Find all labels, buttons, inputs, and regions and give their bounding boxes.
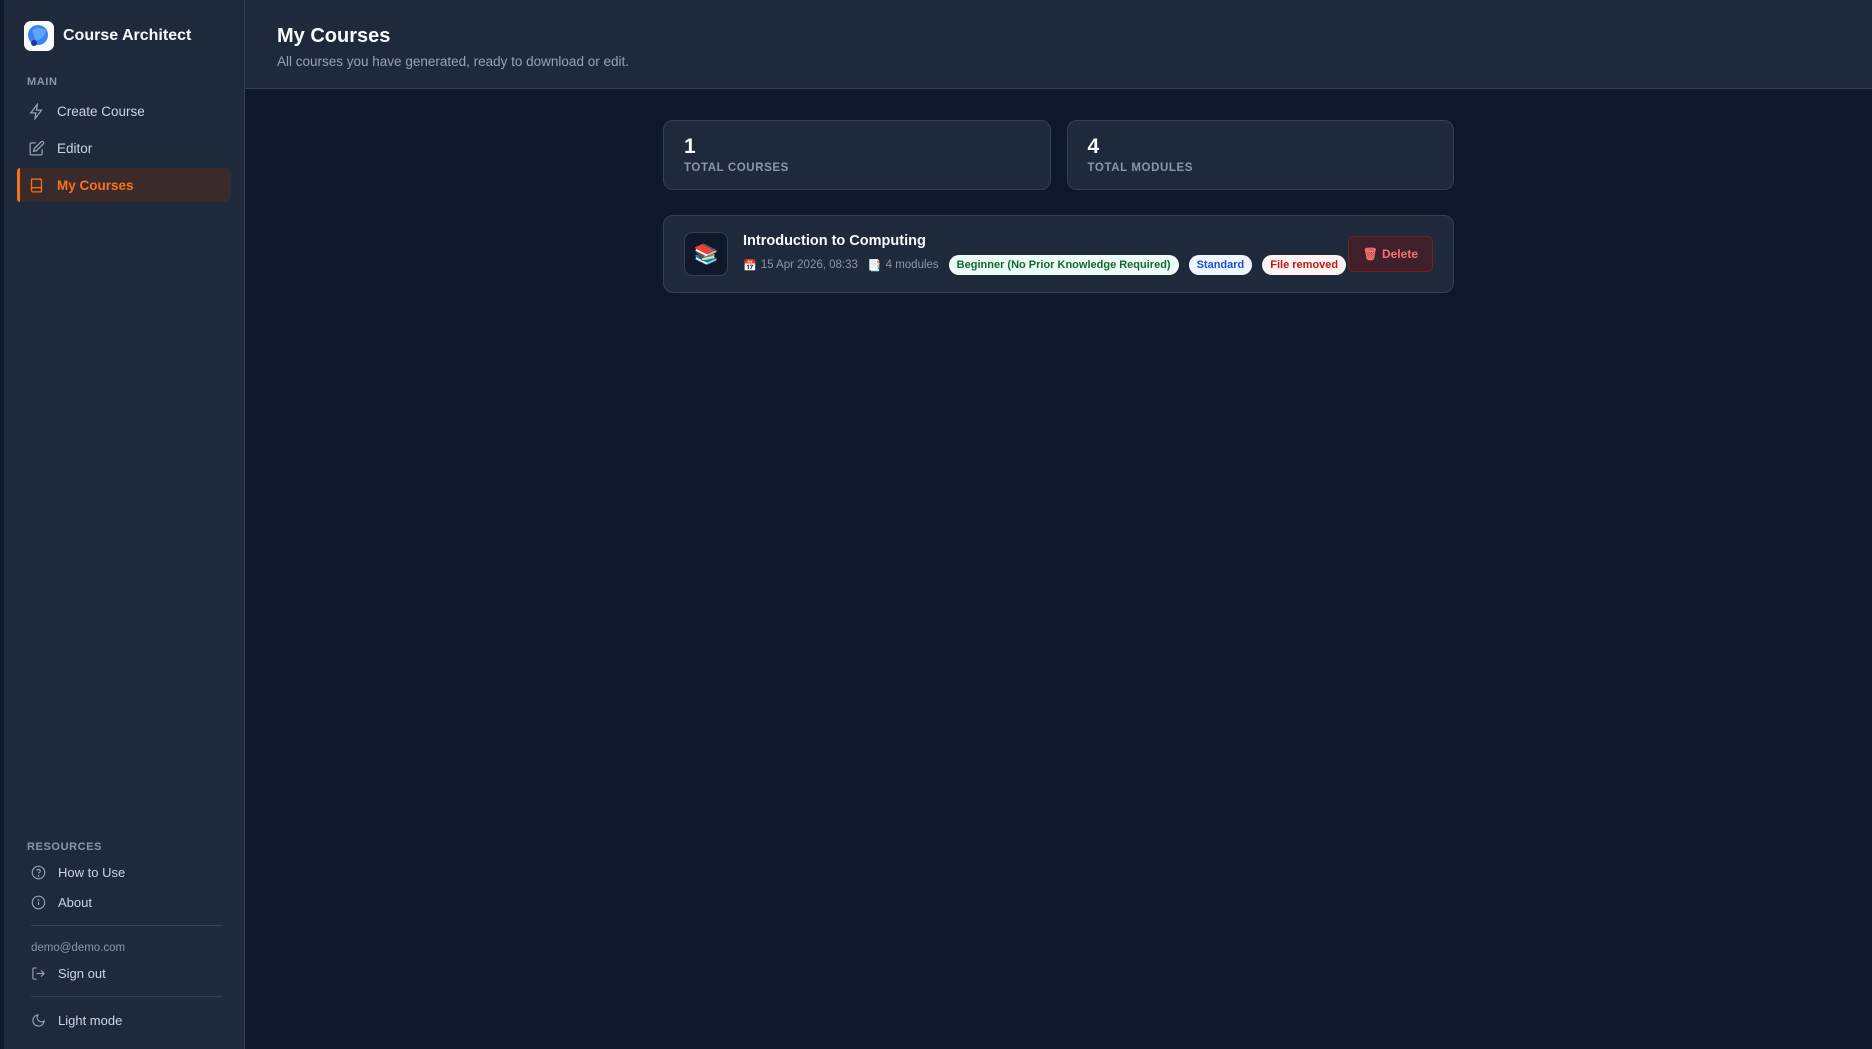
sidebar-item-editor[interactable]: Editor xyxy=(17,131,231,165)
section-label-main: MAIN xyxy=(27,76,58,88)
books-icon: 📚 xyxy=(684,232,728,276)
main-area: My Courses All courses you have generate… xyxy=(245,0,1872,1049)
user-email: demo@demo.com xyxy=(31,942,126,954)
app-logo-icon xyxy=(24,21,54,51)
logout-icon xyxy=(32,966,45,980)
help-circle-icon xyxy=(31,865,46,879)
course-meta: 📅 15 Apr 2026, 08:33 📑 4 modules Beginne… xyxy=(743,255,1348,275)
delete-label: Delete xyxy=(1381,247,1418,261)
stat-card-total-modules: 4 TOTAL MODULES xyxy=(1066,120,1454,190)
stat-label: TOTAL COURSES xyxy=(684,162,789,174)
sidebar-item-my-courses[interactable]: My Courses xyxy=(17,168,231,202)
sidebar-footer: RESOURCES How to Use About demo@demo.com… xyxy=(17,837,222,1049)
app-name: Course Architect xyxy=(63,27,192,44)
sidebar-item-label: Create Course xyxy=(57,103,145,119)
stat-value: 4 xyxy=(1087,135,1100,158)
level-badge: Beginner (No Prior Knowledge Required) xyxy=(948,255,1179,275)
sign-out-label: Sign out xyxy=(58,965,106,981)
stat-card-total-courses: 1 TOTAL COURSES xyxy=(663,120,1051,190)
divider xyxy=(31,925,222,926)
page-header: My Courses All courses you have generate… xyxy=(245,0,1872,89)
sidebar-item-label: My Courses xyxy=(57,177,134,193)
sign-out-button[interactable]: Sign out xyxy=(17,958,222,988)
course-title[interactable]: Introduction to Computing xyxy=(743,233,1348,249)
sidebar-item-label: About xyxy=(58,894,92,910)
app-root: Course Architect MAIN Create Course Edit… xyxy=(0,0,1872,1049)
sidebar-item-about[interactable]: About xyxy=(17,887,222,917)
edit-icon xyxy=(29,140,45,156)
course-modules-text: 4 modules xyxy=(885,259,939,271)
moon-icon xyxy=(32,1013,45,1027)
theme-toggle-button[interactable]: Light mode xyxy=(17,1005,222,1035)
stat-label: TOTAL MODULES xyxy=(1087,162,1194,174)
sidebar-item-label: How to Use xyxy=(58,864,126,880)
book-icon xyxy=(30,177,43,193)
calendar-icon: 📅 xyxy=(743,259,757,272)
divider xyxy=(31,996,222,997)
delete-button[interactable]: 🗑 Delete xyxy=(1347,236,1433,272)
bolt-icon xyxy=(29,102,43,120)
sidebar-item-how-to-use[interactable]: How to Use xyxy=(17,857,222,887)
document-icon: 📑 xyxy=(867,259,882,272)
sidebar: Course Architect MAIN Create Course Edit… xyxy=(0,0,245,1049)
trash-icon: 🗑 xyxy=(1362,247,1378,261)
sidebar-item-label: Editor xyxy=(57,140,93,156)
section-label-resources: RESOURCES xyxy=(27,841,103,853)
brand[interactable]: Course Architect xyxy=(17,0,231,72)
sidebar-item-create-course[interactable]: Create Course xyxy=(17,94,231,128)
content: 1 TOTAL COURSES 4 TOTAL MODULES 📚 Introd… xyxy=(245,89,1872,293)
stat-value: 1 xyxy=(684,135,696,158)
status-badge: File removed xyxy=(1262,255,1347,275)
page-subtitle: All courses you have generated, ready to… xyxy=(277,54,629,69)
course-info: Introduction to Computing 📅 15 Apr 2026,… xyxy=(743,233,1348,275)
stats-row: 1 TOTAL COURSES 4 TOTAL MODULES xyxy=(663,120,1454,190)
theme-toggle-label: Light mode xyxy=(58,1012,123,1028)
type-badge: Standard xyxy=(1188,255,1253,275)
course-modules: 📑 4 modules xyxy=(868,259,939,272)
info-icon xyxy=(31,895,46,909)
course-date: 📅 15 Apr 2026, 08:33 xyxy=(743,259,858,272)
course-date-text: 15 Apr 2026, 08:33 xyxy=(760,259,858,271)
course-card[interactable]: 📚 Introduction to Computing 📅 15 Apr 202… xyxy=(663,215,1454,293)
page-title: My Courses xyxy=(277,25,391,47)
